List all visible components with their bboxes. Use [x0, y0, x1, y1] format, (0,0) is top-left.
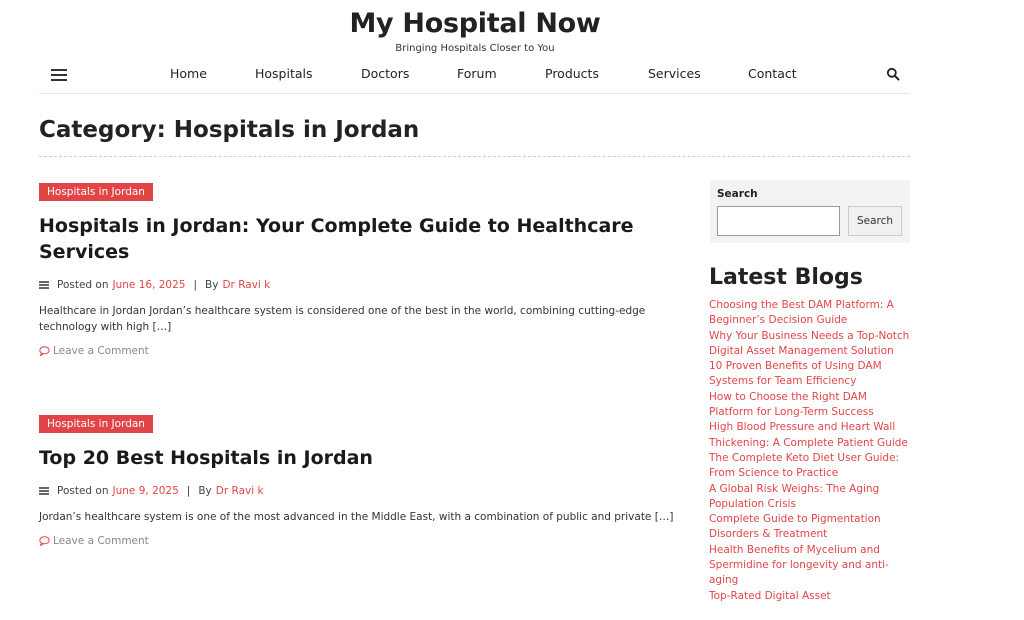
nav-hospitals[interactable]: Hospitals [255, 66, 313, 81]
search-widget-label: Search [717, 188, 758, 200]
nav-services[interactable]: Services [648, 66, 701, 81]
post-excerpt: Jordan’s healthcare system is one of the… [39, 511, 674, 523]
list-icon [39, 281, 49, 289]
post-author[interactable]: Dr Ravi k [222, 279, 270, 291]
latest-blog-link[interactable]: Choosing the Best DAM Platform: A Beginn… [709, 298, 914, 329]
latest-blog-link[interactable]: The Complete Keto Diet User Guide: From … [709, 451, 914, 482]
latest-blog-link[interactable]: High Blood Pressure and Heart Wall Thick… [709, 420, 914, 451]
nav-home[interactable]: Home [170, 66, 207, 81]
site-tagline: Bringing Hospitals Closer to You [395, 43, 555, 54]
latest-blog-link[interactable]: Why Your Business Needs a Top-Notch Digi… [709, 329, 914, 360]
post-date[interactable]: June 9, 2025 [113, 485, 179, 497]
latest-blog-link[interactable]: Top-Rated Digital Asset [709, 589, 914, 604]
category-badge[interactable]: Hospitals in Jordan [39, 415, 153, 433]
by-label: By [198, 485, 212, 497]
latest-blogs-list: Choosing the Best DAM Platform: A Beginn… [709, 298, 914, 604]
comment-link[interactable]: Leave a Comment [39, 535, 689, 547]
latest-blog-link[interactable]: 10 Proven Benefits of Using DAM Systems … [709, 359, 914, 390]
category-badge[interactable]: Hospitals in Jordan [39, 183, 153, 201]
title-divider [39, 156, 910, 157]
post-meta: Posted on June 16, 2025 | By Dr Ravi k [39, 279, 689, 291]
posted-on-label: Posted on [57, 279, 109, 291]
latest-blog-link[interactable]: Health Benefits of Mycelium and Spermidi… [709, 543, 914, 589]
search-submit-button[interactable]: Search [848, 206, 902, 236]
comment-link-label[interactable]: Leave a Comment [53, 345, 149, 357]
latest-blogs-heading: Latest Blogs [709, 265, 863, 290]
post-author[interactable]: Dr Ravi k [216, 485, 264, 497]
search-input[interactable] [717, 206, 840, 236]
comment-link-label[interactable]: Leave a Comment [53, 535, 149, 547]
latest-blog-link[interactable]: How to Choose the Right DAM Platform for… [709, 390, 914, 421]
post-title[interactable]: Top 20 Best Hospitals in Jordan [39, 445, 689, 471]
search-icon[interactable] [886, 67, 900, 81]
post-date[interactable]: June 16, 2025 [113, 279, 186, 291]
post-card: Hospitals in Jordan Hospitals in Jordan:… [39, 180, 689, 357]
nav-products[interactable]: Products [545, 66, 599, 81]
comment-icon [39, 346, 50, 356]
posted-on-label: Posted on [57, 485, 109, 497]
latest-blog-link[interactable]: Complete Guide to Pigmentation Disorders… [709, 512, 914, 543]
post-title[interactable]: Hospitals in Jordan: Your Complete Guide… [39, 213, 689, 265]
latest-blog-link[interactable]: A Global Risk Weighs: The Aging Populati… [709, 482, 914, 513]
post-excerpt: Healthcare in Jordan Jordan’s healthcare… [39, 305, 646, 333]
menu-icon[interactable] [51, 69, 67, 81]
post-card: Hospitals in Jordan Top 20 Best Hospital… [39, 412, 689, 547]
meta-separator: | [186, 485, 191, 497]
nav-contact[interactable]: Contact [748, 66, 797, 81]
page-title: Category: Hospitals in Jordan [39, 117, 420, 143]
by-label: By [205, 279, 219, 291]
comment-icon [39, 536, 50, 546]
meta-separator: | [193, 279, 198, 291]
main-navigation: Home Hospitals Doctors Forum Products Se… [39, 60, 910, 94]
search-widget: Search Search [710, 180, 910, 243]
nav-forum[interactable]: Forum [457, 66, 497, 81]
nav-doctors[interactable]: Doctors [361, 66, 409, 81]
list-icon [39, 487, 49, 495]
site-title[interactable]: My Hospital Now [0, 8, 950, 39]
comment-link[interactable]: Leave a Comment [39, 345, 689, 357]
post-meta: Posted on June 9, 2025 | By Dr Ravi k [39, 485, 689, 497]
